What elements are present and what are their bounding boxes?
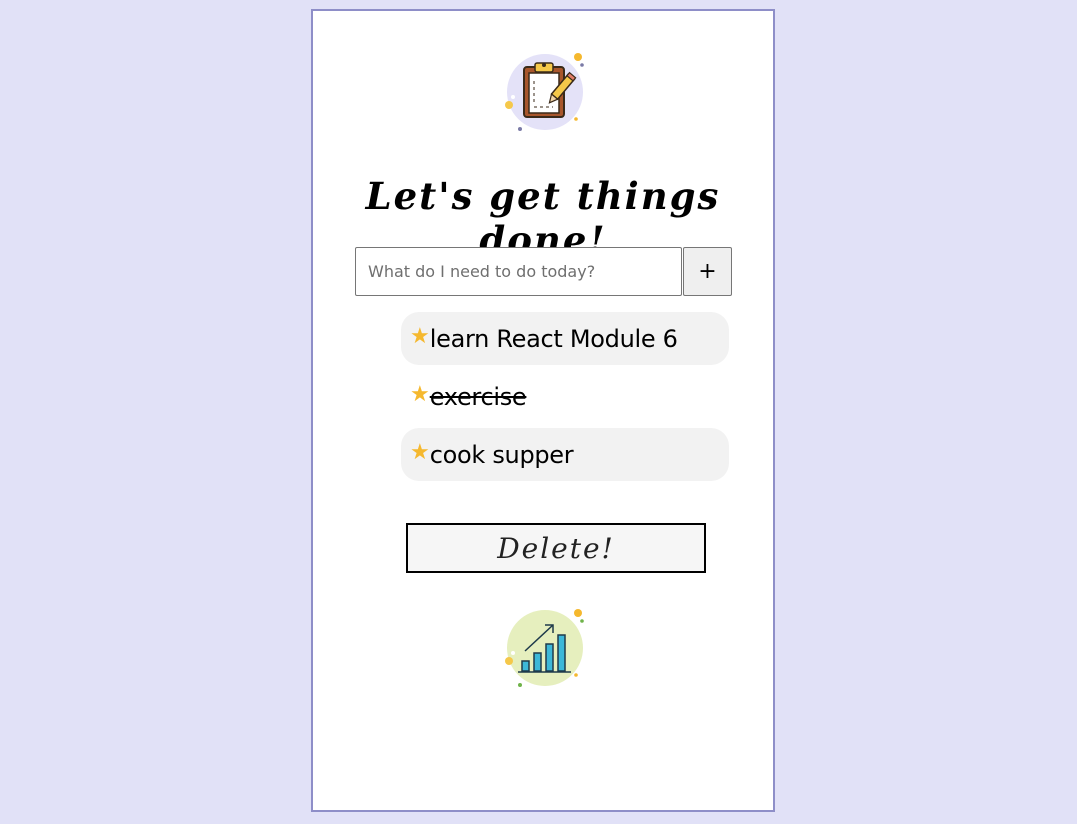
task-label: cook supper — [429, 440, 574, 469]
star-icon[interactable]: ★ — [410, 441, 430, 464]
star-icon[interactable]: ★ — [410, 325, 430, 348]
task-label: exercise — [429, 382, 527, 411]
clipboard-pencil-icon — [503, 49, 589, 135]
task-item[interactable]: ★ exercise — [401, 370, 729, 423]
task-label: learn React Module 6 — [429, 324, 678, 353]
task-item[interactable]: ★ cook supper — [401, 428, 729, 481]
todo-card: Let's get things done! + ★ learn React M… — [311, 9, 775, 812]
star-icon[interactable]: ★ — [410, 383, 430, 406]
delete-button[interactable]: Delete! — [406, 523, 706, 573]
add-task-form: + — [355, 247, 733, 296]
task-input[interactable] — [355, 247, 682, 296]
task-list: ★ learn React Module 6 ★ exercise ★ cook… — [401, 312, 729, 486]
task-item[interactable]: ★ learn React Module 6 — [401, 312, 729, 365]
growth-chart-icon — [503, 605, 589, 691]
add-task-button[interactable]: + — [683, 247, 732, 296]
